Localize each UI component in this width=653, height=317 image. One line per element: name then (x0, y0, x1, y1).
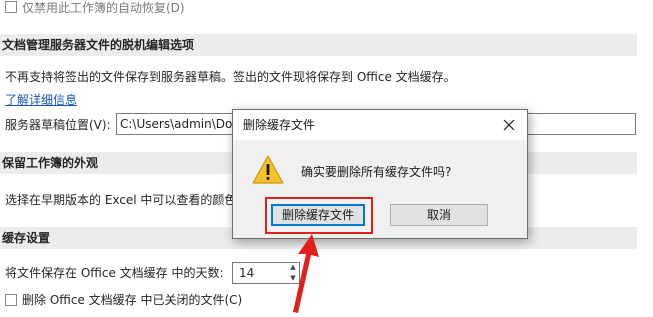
delete-closed-checkbox[interactable] (5, 294, 17, 306)
disable-autorecover-label: 仅禁用此工作簿的自动恢复(D) (22, 1, 185, 15)
offline-section-header: 文档管理服务器文件的脱机编辑选项 (0, 34, 637, 56)
dialog-message: 确实要删除所有缓存文件吗? (301, 165, 452, 179)
server-drafts-label: 服务器草稿位置(V): (5, 118, 111, 132)
button-highlight-box (265, 197, 373, 234)
close-icon[interactable] (499, 115, 519, 135)
cancel-button[interactable]: 取消 (390, 204, 488, 226)
delete-closed-label: 删除 Office 文档缓存 中已关闭的文件(C) (22, 293, 243, 307)
warning-icon (251, 154, 285, 186)
offline-info-text: 不再支持将签出的文件保存到服务器草稿。签出的文件现将保存到 Office 文档缓… (5, 70, 456, 84)
pointer-arrow-icon (280, 232, 325, 314)
cache-days-label: 将文件保存在 Office 文档缓存 中的天数: (5, 266, 224, 280)
dialog-titlebar: 删除缓存文件 (233, 110, 527, 140)
learn-more-link[interactable]: 了解详细信息 (5, 92, 77, 108)
preserve-text: 选择在早期版本的 Excel 中可以查看的颜色 (5, 193, 237, 207)
dialog-title: 删除缓存文件 (243, 118, 316, 132)
disable-autorecover-checkbox[interactable] (5, 1, 17, 13)
